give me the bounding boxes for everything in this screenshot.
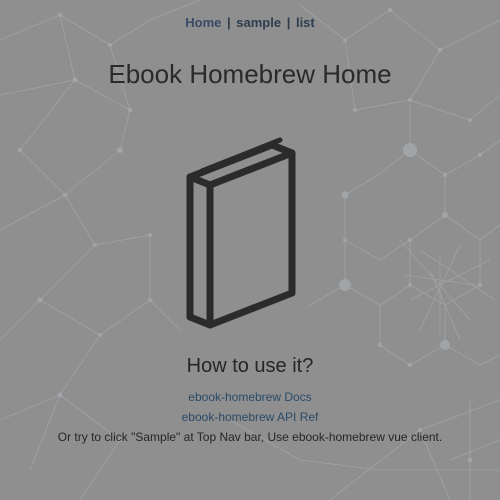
nav-sample-link[interactable]: sample bbox=[236, 15, 281, 30]
how-to-heading: How to use it? bbox=[186, 355, 314, 377]
page-title: Ebook Homebrew Home bbox=[108, 59, 392, 89]
top-nav-bar: Home | sample | list bbox=[0, 15, 500, 31]
api-ref-link[interactable]: ebook-homebrew API Ref bbox=[0, 409, 500, 425]
nav-home-link[interactable]: Home bbox=[185, 15, 221, 30]
book-icon bbox=[186, 137, 296, 329]
nav-separator: | bbox=[226, 15, 231, 30]
page-content: Home | sample | list Ebook Homebrew Home… bbox=[0, 0, 500, 500]
usage-hint-text: Or try to click "Sample" at Top Nav bar,… bbox=[57, 430, 443, 444]
nav-list-link[interactable]: list bbox=[296, 15, 315, 30]
docs-link[interactable]: ebook-homebrew Docs bbox=[0, 389, 500, 405]
nav-separator: | bbox=[286, 15, 291, 30]
